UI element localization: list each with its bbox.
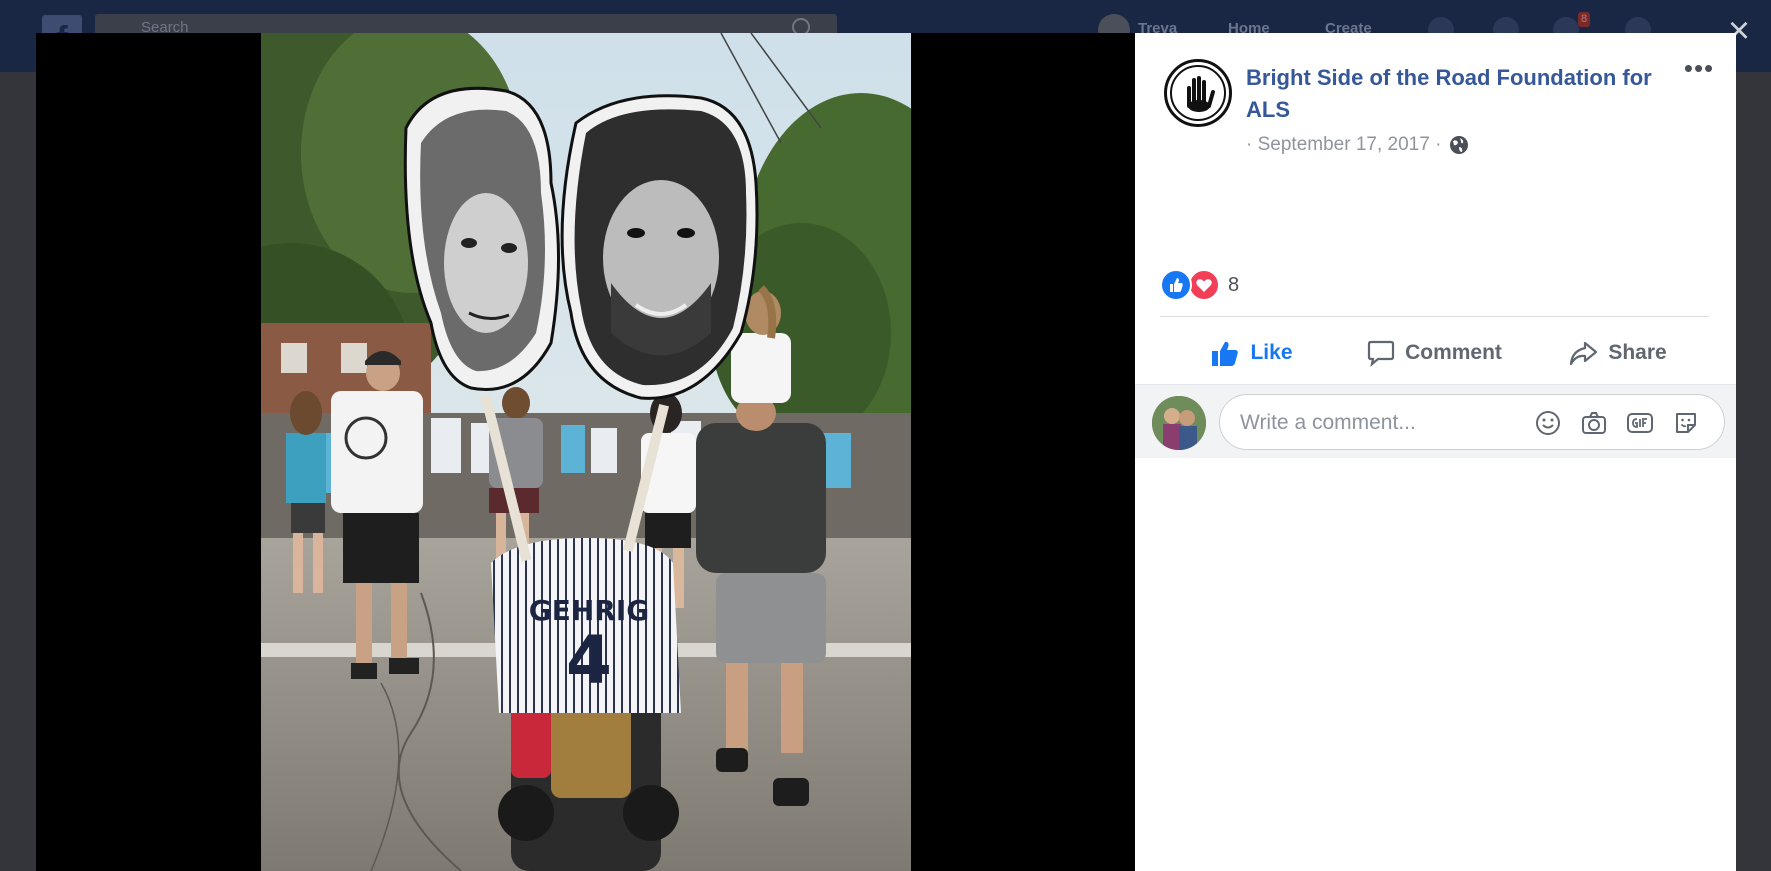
like-reaction-icon [1160,269,1192,301]
current-user-avatar[interactable] [1152,396,1206,450]
post-date[interactable]: · September 17, 2017 · [1246,134,1441,156]
sticker-icon[interactable] [1672,409,1700,437]
jersey-number: 4 [566,622,612,699]
camera-icon[interactable] [1580,409,1608,437]
post-actions: Like Comment Share [1160,327,1709,379]
gif-icon[interactable] [1626,409,1654,437]
divider [1160,316,1709,317]
more-options-icon[interactable]: ••• [1679,55,1719,83]
comment-button[interactable]: Comment [1343,327,1526,379]
post-photo[interactable]: GEHRIG 4 [261,33,911,871]
smiley-icon[interactable] [1534,409,1562,437]
page-avatar[interactable] [1164,59,1232,127]
reactions-summary[interactable]: 8 [1160,269,1239,301]
like-button[interactable]: Like [1160,327,1343,379]
thumbs-up-icon [1212,341,1239,366]
like-label: Like [1250,341,1293,364]
share-label: Share [1608,341,1667,364]
share-arrow-icon [1570,341,1598,366]
comment-composer [1135,384,1736,458]
reaction-count: 8 [1228,273,1240,296]
comment-field[interactable] [1219,394,1725,450]
post-meta: · September 17, 2017 · [1246,134,1469,156]
comment-label: Comment [1405,341,1502,364]
share-button[interactable]: Share [1526,327,1709,379]
comment-input[interactable] [1238,407,1512,439]
notification-badge: 8 [1578,12,1590,27]
love-reaction-icon [1188,269,1220,301]
speech-bubble-icon [1367,340,1395,367]
post-side-panel: Bright Side of the Road Foundation for A… [1135,33,1736,871]
photo-viewer: GEHRIG 4 [36,33,1135,871]
page-name-link[interactable]: Bright Side of the Road Foundation for A… [1246,62,1686,126]
globe-icon [1449,135,1469,155]
